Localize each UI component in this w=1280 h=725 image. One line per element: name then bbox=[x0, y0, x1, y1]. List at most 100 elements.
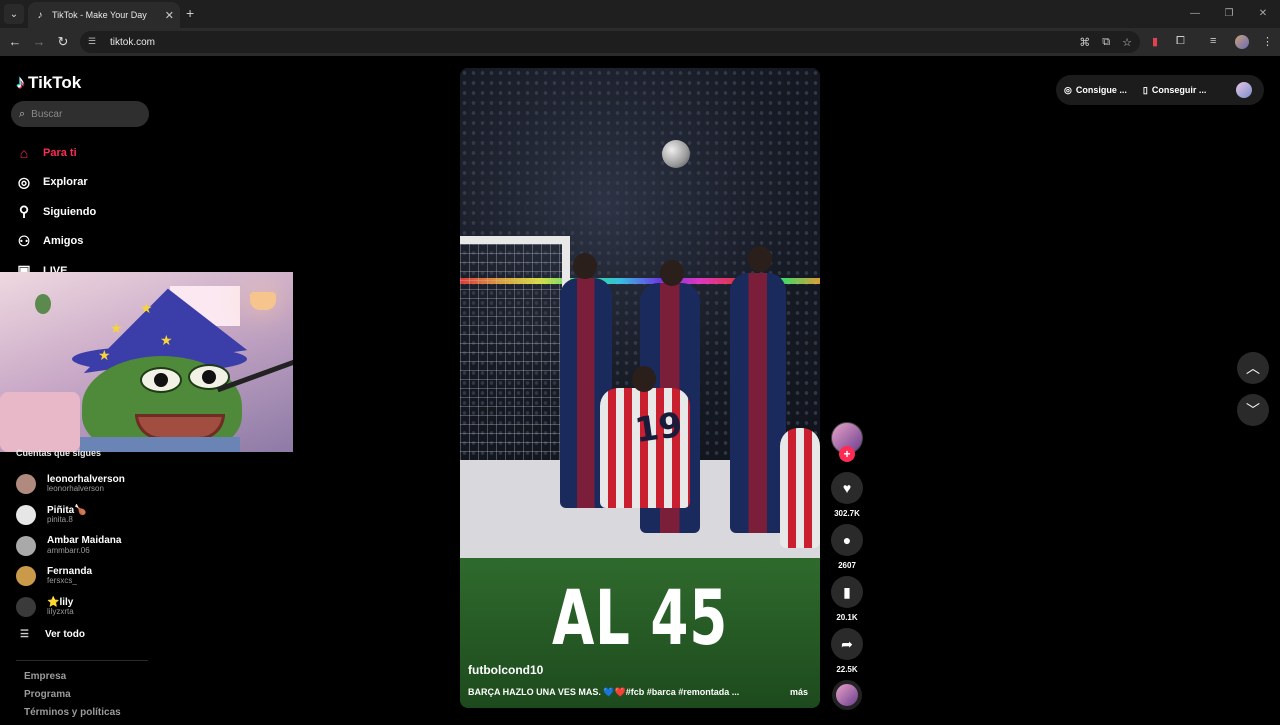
frog-eye bbox=[140, 367, 182, 393]
comment-icon: ● bbox=[842, 532, 852, 548]
account-handle: leonorhalverson bbox=[47, 484, 104, 494]
attacking-player bbox=[780, 428, 820, 548]
tab-list-button[interactable]: ⌄ bbox=[4, 4, 24, 24]
video-overlay-text: AL 45 bbox=[551, 573, 729, 662]
window-close-icon[interactable]: ✕ bbox=[1246, 0, 1280, 28]
tiktok-logo[interactable]: ♪ TikTok bbox=[16, 72, 81, 93]
install-app-icon[interactable]: ⧉ bbox=[1102, 36, 1110, 49]
player-head bbox=[660, 260, 684, 286]
close-icon[interactable]: ✕ bbox=[165, 9, 174, 22]
next-video-button[interactable]: ﹀ bbox=[1237, 394, 1269, 426]
music-disc[interactable] bbox=[832, 680, 862, 710]
back-icon[interactable]: ← bbox=[7, 34, 23, 49]
search-input[interactable]: ⌕ Buscar bbox=[11, 101, 149, 127]
see-all-button[interactable]: ☰ Ver todo bbox=[20, 629, 85, 640]
comment-count: 2607 bbox=[838, 561, 856, 570]
video-username[interactable]: futbolcond10 bbox=[468, 663, 543, 677]
account-handle: ammbarr.06 bbox=[47, 545, 90, 555]
nav-item-explorar[interactable]: ◎ Explorar bbox=[15, 168, 96, 198]
save-button[interactable]: ▮ bbox=[831, 576, 863, 608]
following-list: leonorhalverson leonorhalverson Piñita🍗 … bbox=[16, 469, 125, 622]
video-caption: BARÇA HAZLO UNA VES MAS. 💙❤️#fcb #barca … bbox=[468, 687, 740, 697]
account-item[interactable]: leonorhalverson leonorhalverson bbox=[16, 469, 125, 500]
heart-icon: ♥ bbox=[842, 480, 852, 496]
get-coins-label: Consigue ... bbox=[1075, 85, 1127, 95]
tiktok-note-icon: ♪ bbox=[16, 72, 25, 92]
webcam-overlay: ★ ★ ★ ★ bbox=[0, 272, 293, 452]
account-item[interactable]: Fernanda fersxcs_ bbox=[16, 561, 125, 592]
avatar bbox=[16, 566, 36, 587]
address-bar[interactable]: ☰ tiktok.com ⌘ ⧉ ☆ bbox=[80, 31, 1140, 53]
translate-icon[interactable]: ⌘ bbox=[1079, 36, 1090, 49]
avatar bbox=[16, 474, 36, 495]
top-actions: ◎ Consigue ... ▯ Conseguir ... bbox=[1056, 75, 1264, 105]
user-avatar[interactable] bbox=[1236, 82, 1252, 98]
footer-link-empresa[interactable]: Empresa bbox=[24, 671, 121, 689]
media-queue-icon[interactable]: ≡ bbox=[1210, 35, 1216, 47]
extension-icon[interactable]: ▮ bbox=[1152, 35, 1158, 48]
follow-plus-icon[interactable]: + bbox=[839, 446, 855, 462]
reload-icon[interactable]: ↻ bbox=[55, 34, 71, 50]
share-button[interactable]: ➦ bbox=[831, 628, 863, 660]
account-item[interactable]: ⭐lily lilyzxrta bbox=[16, 592, 125, 623]
video-player[interactable]: 19 AL 45 futbolcond10 BARÇA HAZLO UNA VE… bbox=[460, 68, 820, 708]
minimize-icon[interactable]: — bbox=[1178, 0, 1212, 28]
like-count: 302.7K bbox=[834, 509, 860, 518]
tab-title: TikTok - Make Your Day bbox=[52, 10, 147, 20]
account-item[interactable]: Piñita🍗 pinita.8 bbox=[16, 500, 125, 531]
nav-item-amigos[interactable]: ⚇ Amigos bbox=[15, 227, 96, 257]
friends-icon: ⚇ bbox=[17, 232, 31, 249]
footer-link-programa[interactable]: Programa bbox=[24, 689, 121, 707]
bookmark-icon: ▮ bbox=[843, 583, 851, 600]
star-icon: ★ bbox=[110, 320, 123, 336]
menu-kebab-icon[interactable]: ⋮ bbox=[1262, 35, 1273, 48]
profile-avatar[interactable] bbox=[1235, 35, 1249, 49]
nav-label: Amigos bbox=[43, 235, 84, 248]
football bbox=[662, 140, 690, 168]
get-coins-button[interactable]: ◎ Consigue ... bbox=[1064, 85, 1127, 96]
nav-item-para-ti[interactable]: ⌂ Para ti bbox=[15, 138, 96, 168]
account-item[interactable]: Ambar Maidana ammbarr.06 bbox=[16, 530, 125, 561]
share-count: 22.5K bbox=[836, 665, 858, 674]
share-arrow-icon: ➦ bbox=[841, 635, 853, 652]
extensions-puzzle-icon[interactable]: ⧠ bbox=[1176, 35, 1185, 48]
nav-item-siguiendo[interactable]: ⚲ Siguiendo bbox=[15, 197, 96, 227]
player-head bbox=[632, 366, 656, 392]
search-icon: ⌕ bbox=[19, 107, 26, 120]
home-icon: ⌂ bbox=[19, 144, 29, 161]
more-button[interactable]: más bbox=[790, 687, 808, 697]
divider bbox=[16, 660, 148, 661]
jersey-number: 19 bbox=[632, 404, 685, 452]
couch bbox=[0, 392, 80, 452]
get-app-button[interactable]: ▯ Conseguir ... bbox=[1143, 85, 1206, 96]
new-tab-button[interactable]: + bbox=[186, 5, 194, 21]
player-head bbox=[573, 253, 597, 279]
lamp bbox=[250, 292, 276, 310]
forward-icon[interactable]: → bbox=[31, 34, 47, 49]
window-controls: — ❐ ✕ bbox=[1178, 0, 1280, 28]
nav-label: Para ti bbox=[43, 146, 77, 159]
avatar bbox=[16, 597, 36, 618]
search-placeholder: Buscar bbox=[31, 108, 63, 120]
get-app-label: Conseguir ... bbox=[1151, 85, 1207, 95]
chevron-up-icon: ︿ bbox=[1246, 360, 1260, 376]
comment-button[interactable]: ● bbox=[831, 524, 863, 556]
nav-label: Explorar bbox=[43, 176, 88, 189]
like-button[interactable]: ♥ bbox=[831, 472, 863, 504]
account-handle: fersxcs_ bbox=[47, 576, 77, 586]
bookmark-star-icon[interactable]: ☆ bbox=[1122, 36, 1132, 49]
footer-link-terminos[interactable]: Términos y políticas bbox=[24, 707, 121, 725]
restore-icon[interactable]: ❐ bbox=[1212, 0, 1246, 28]
footer-links: Empresa Programa Términos y políticas bbox=[24, 671, 121, 725]
star-icon: ★ bbox=[160, 332, 173, 348]
following-title: Cuentas que sigues bbox=[16, 448, 102, 458]
browser-tab[interactable]: ♪ TikTok - Make Your Day ✕ bbox=[28, 2, 180, 28]
previous-video-button[interactable]: ︿ bbox=[1237, 352, 1269, 384]
account-handle: lilyzxrta bbox=[47, 607, 74, 617]
plant bbox=[35, 294, 51, 314]
site-info-icon[interactable]: ☰ bbox=[88, 36, 100, 48]
avatar bbox=[16, 505, 36, 526]
url-text: tiktok.com bbox=[110, 36, 156, 48]
wall-player bbox=[730, 273, 786, 533]
logo-text: TikTok bbox=[28, 72, 82, 92]
